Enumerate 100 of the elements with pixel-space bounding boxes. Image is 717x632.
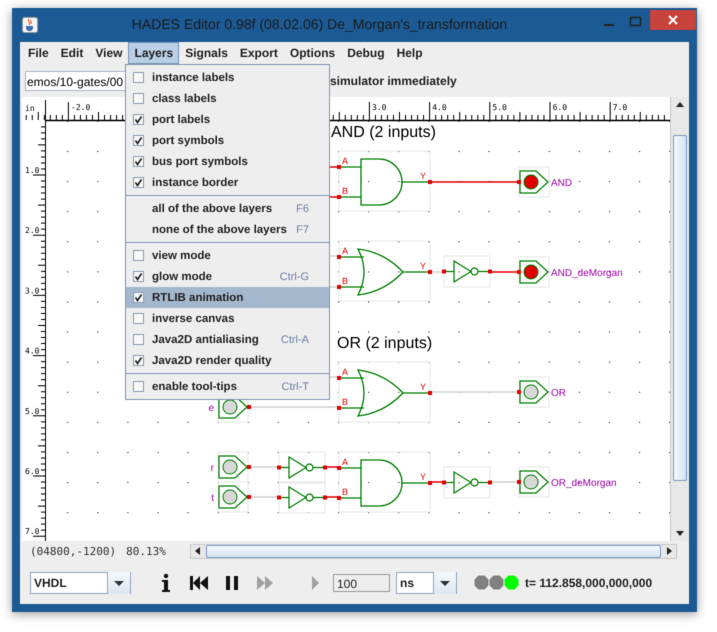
scrollbar-thumb[interactable] [206, 544, 661, 558]
close-button[interactable] [650, 10, 696, 30]
port-label: Y [420, 171, 426, 181]
step-field[interactable]: 100 [333, 574, 390, 592]
ruler-label: 6.0 [25, 467, 40, 476]
menu-item[interactable]: Edit [54, 42, 90, 64]
shortcut-label: Ctrl-T [280, 380, 309, 392]
shortcut-label: Ctrl-G [278, 270, 309, 282]
coffee-cup-icon [22, 17, 38, 33]
ruler-label: 5.0 [25, 406, 40, 416]
ruler-label: 7.0 [612, 103, 628, 112]
port-label: B [342, 397, 348, 407]
language-dropdown[interactable]: VHDL [30, 572, 131, 594]
menu-item[interactable]: view mode [126, 245, 329, 266]
menu-item[interactable]: Debug [341, 42, 391, 64]
checkbox[interactable] [133, 250, 144, 261]
output-label: AND_deMorgan [551, 268, 623, 279]
checkbox[interactable] [133, 355, 144, 366]
input-label: e [208, 403, 214, 414]
input-label: r [210, 463, 214, 474]
checkbox[interactable] [133, 381, 144, 392]
menu-item[interactable]: Help [390, 42, 429, 64]
wire [249, 466, 279, 468]
ruler-label: 7.0 [25, 527, 40, 536]
checkbox[interactable] [133, 334, 144, 345]
port-label: A [342, 156, 348, 166]
input-switch-drawing[interactable] [218, 452, 251, 482]
ruler-label: 3.0 [372, 103, 386, 112]
port-label: B [342, 186, 348, 196]
menu-item[interactable]: enable tool-tips Ctrl-T [126, 376, 329, 397]
checkbox[interactable] [133, 177, 144, 188]
input-switch-drawing[interactable] [218, 482, 251, 512]
checkbox[interactable] [133, 292, 144, 303]
menu-item[interactable]: Java2D render quality [126, 350, 329, 371]
menu-item[interactable]: View [89, 42, 128, 64]
output-label: OR [551, 388, 566, 399]
shortcut-label: F6 [295, 202, 309, 214]
checkbox[interactable] [133, 114, 144, 125]
circuit-title: AND (2 inputs) [331, 124, 436, 141]
checkbox[interactable] [133, 156, 144, 167]
menu-item[interactable]: RTLIB animation [126, 287, 329, 308]
port-label: B [342, 276, 348, 286]
port-label: Y [420, 382, 426, 392]
menu-item[interactable]: bus port symbols [126, 151, 329, 172]
unit-dropdown[interactable]: ns [396, 572, 457, 594]
port-label: Y [420, 472, 426, 482]
menu-item[interactable]: Layers [128, 42, 180, 64]
menu-item[interactable]: Options [284, 42, 342, 64]
ruler-label: 4.0 [432, 103, 447, 112]
checkbox[interactable] [133, 271, 144, 282]
inverter-drawing [277, 452, 327, 484]
menu-item[interactable]: Java2D antialiasing Ctrl-A [126, 329, 329, 350]
ruler-unit: in [25, 104, 35, 113]
shortcut-label: F7 [295, 224, 309, 236]
horizontal-scrollbar[interactable] [190, 544, 677, 558]
menu-item[interactable]: none of the above layers F7 [126, 219, 329, 240]
shortcut-label: Ctrl-A [280, 334, 309, 346]
output-led-drawing [517, 256, 550, 288]
ruler-label: 5.0 [492, 103, 507, 112]
status-message: simulator immediately [330, 74, 457, 88]
wire [430, 271, 444, 273]
play-icon [309, 574, 321, 592]
vertical-scrollbar[interactable] [670, 97, 689, 541]
caret-icon [107, 572, 130, 594]
wire [490, 481, 519, 483]
menu-item[interactable]: File [22, 42, 55, 64]
path-field[interactable]: emos/10-gates/00 [25, 70, 127, 90]
rewind-icon [189, 574, 209, 592]
pause-icon [225, 574, 239, 592]
inverter-drawing [277, 482, 327, 514]
menu-item[interactable]: all of the above layers F6 [126, 198, 329, 219]
menu-item[interactable]: port symbols [126, 130, 329, 151]
menu-item[interactable]: inverse canvas [126, 308, 329, 329]
inverter-drawing [442, 466, 492, 498]
menu-item[interactable]: port labels [126, 109, 329, 130]
scrollbar-thumb[interactable] [673, 135, 687, 481]
ruler-label: 3.0 [25, 286, 40, 296]
menu-item[interactable]: Export [234, 42, 284, 64]
fast-forward-icon [255, 574, 275, 592]
menu-item[interactable]: glow mode Ctrl-G [126, 266, 329, 287]
inverter-drawing [442, 256, 492, 288]
checkbox[interactable] [133, 313, 144, 324]
window-title: HADES Editor 0.98f (08.02.06) De_Morgan's_transformation [130, 16, 508, 32]
info-icon [159, 572, 173, 592]
output-label: OR_deMorgan [551, 478, 617, 489]
close-icon [667, 14, 679, 26]
menu-item[interactable]: instance border [126, 172, 329, 193]
port-label: A [342, 457, 348, 467]
checkbox[interactable] [133, 135, 144, 146]
menu-item[interactable]: Signals [179, 42, 234, 64]
menu-item[interactable]: class labels [126, 88, 329, 109]
checkbox[interactable] [133, 93, 144, 104]
port-label: B [342, 487, 348, 497]
ruler-label: -2.0 [71, 103, 90, 112]
menu-item[interactable]: instance labels [126, 67, 329, 88]
input-label: t [211, 493, 214, 504]
output-label: AND [551, 178, 572, 189]
checkbox[interactable] [133, 72, 144, 83]
ruler-label: 4.0 [25, 346, 40, 356]
wire [249, 496, 279, 498]
